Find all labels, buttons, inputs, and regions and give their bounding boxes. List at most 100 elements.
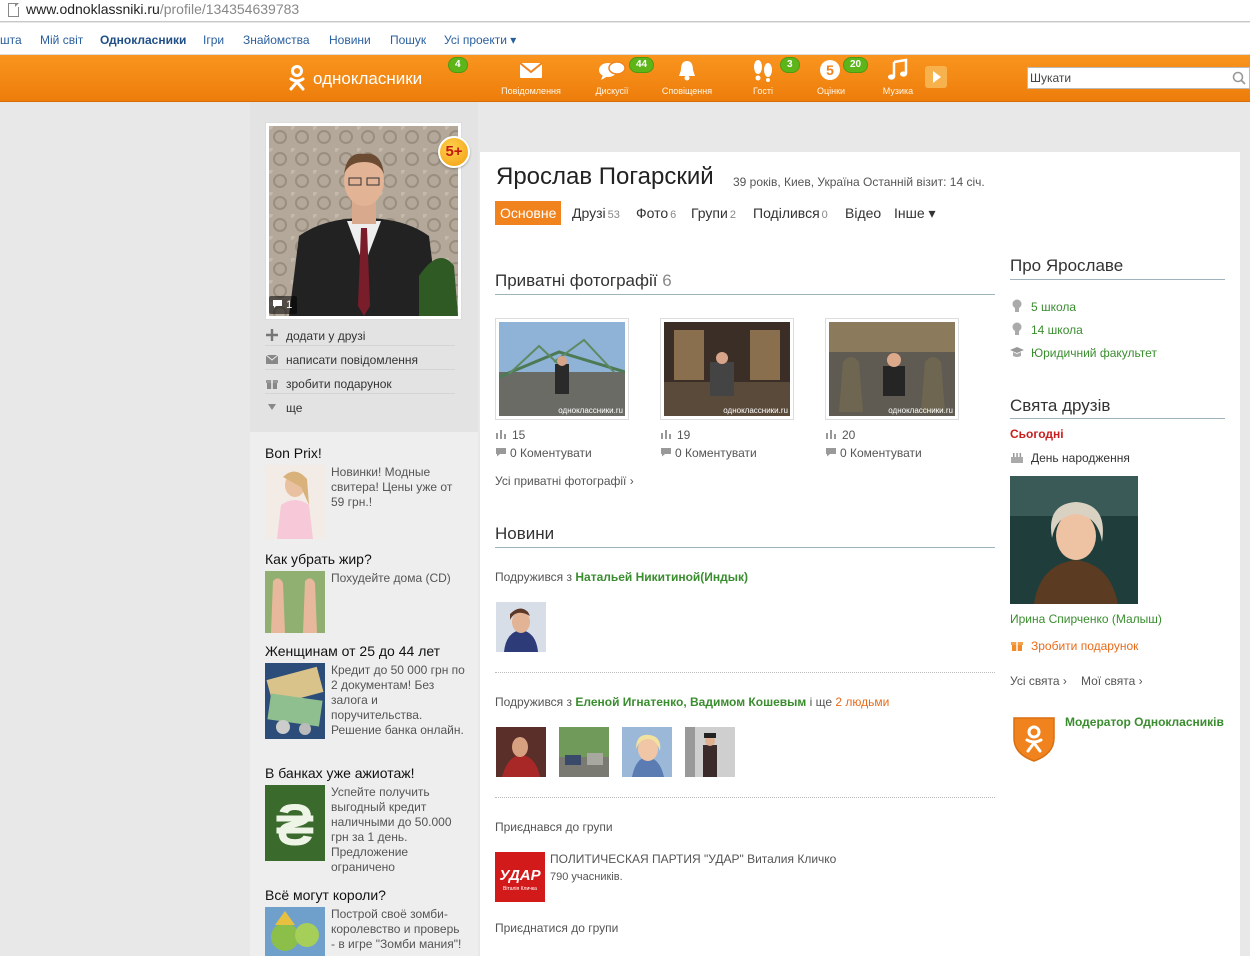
friend-avatar[interactable] — [622, 727, 672, 777]
profile-name: Ярослав Погарский — [496, 163, 714, 190]
tab-more[interactable]: Інше ▾ — [894, 201, 936, 225]
add-friend-action[interactable]: додати у друзі — [265, 324, 455, 346]
svg-text:5: 5 — [826, 62, 834, 78]
logo-text: однокласники — [313, 69, 423, 88]
tab-video[interactable]: Відео — [845, 201, 881, 225]
about-faculty[interactable]: Юридичний факультет — [1010, 345, 1157, 360]
about-school-14[interactable]: 14 школа — [1010, 322, 1083, 337]
all-private-photos-link[interactable]: Усі приватні фотографії › — [495, 474, 634, 488]
tab-photos[interactable]: Фото 6 — [636, 201, 676, 225]
friend-names-link[interactable]: Еленой Игнатенко, Вадимом Кошевым — [575, 695, 806, 709]
avatar-comments-count: 1 — [286, 299, 293, 311]
group-logo-text: УДАР — [499, 867, 541, 884]
svg-text:₴: ₴ — [276, 793, 315, 858]
ad-block[interactable]: Женщинам от 25 до 44 лет Кредит до 50 00… — [265, 643, 465, 763]
address-bar[interactable]: www.odnoklassniki.ru/profile/13435463978… — [0, 0, 1250, 22]
page-icon — [8, 3, 19, 17]
project-link-search[interactable]: Пошук — [390, 33, 426, 47]
tab-friends[interactable]: Друзі 53 — [572, 201, 620, 225]
more-actions[interactable]: ще — [265, 396, 455, 418]
tab-shared[interactable]: Поділився 0 — [753, 201, 828, 225]
tab-groups-count: 2 — [729, 209, 736, 221]
ad-text[interactable]: Кредит до 50 000 грн по 2 документам! Бе… — [331, 663, 465, 738]
avatar-comments-badge[interactable]: 1 — [269, 296, 297, 314]
url-text[interactable]: www.odnoklassniki.ru/profile/13435463978… — [26, 1, 299, 17]
ad-block[interactable]: Всё могут короли? Построй своё зомби-кор… — [265, 887, 465, 956]
tab-video-label: Відео — [845, 205, 882, 221]
project-link-my-world[interactable]: Мій світ — [40, 33, 83, 47]
ad-text[interactable]: Новинки! Модные свитера! Цены уже от 59 … — [331, 465, 465, 510]
send-message-action[interactable]: написати повідомлення — [265, 348, 455, 370]
make-gift-link[interactable]: Зробити подарунок — [1010, 638, 1138, 653]
ad-image[interactable]: ₴ — [265, 785, 325, 861]
ad-block[interactable]: Как убрать жир? Похудейте дома (CD) — [265, 551, 465, 641]
more-actions-label: ще — [286, 401, 303, 415]
ad-image[interactable] — [265, 571, 325, 633]
friend-avatar[interactable] — [685, 727, 735, 777]
search-input[interactable] — [1030, 70, 1230, 86]
group-logo[interactable]: УДАР Віталія Кличка — [495, 852, 545, 902]
toolbar-guests[interactable]: Гості — [748, 58, 778, 96]
project-link-all-projects[interactable]: Усі проекти ▾ — [444, 33, 516, 47]
ad-title[interactable]: В банках уже ажиотаж! — [265, 765, 465, 781]
rating-5plus-badge[interactable]: 5+ — [438, 136, 470, 168]
comment-icon — [273, 300, 282, 308]
project-link-odnoklassniki[interactable]: Однокласники — [100, 33, 186, 47]
photo-comment-link[interactable]: 0 Коментувати — [660, 446, 757, 460]
ad-image[interactable] — [265, 907, 325, 956]
project-link-home[interactable]: шта — [0, 33, 22, 47]
ad-title[interactable]: Женщинам от 25 до 44 лет — [265, 643, 465, 659]
my-holidays-link[interactable]: Мої свята › — [1081, 674, 1143, 688]
bar-stats-icon — [661, 430, 671, 439]
project-link-dating[interactable]: Знайомства — [243, 33, 310, 47]
about-item-text: 14 школа — [1031, 323, 1083, 337]
ad-title[interactable]: Bon Prix! — [265, 445, 465, 461]
photo-comment-link[interactable]: 0 Коментувати — [495, 446, 592, 460]
project-link-games[interactable]: Ігри — [203, 33, 224, 47]
friend-avatar[interactable] — [496, 727, 546, 777]
all-holidays-link[interactable]: Усі свята › — [1010, 674, 1067, 688]
toolbar-music[interactable]: Музика — [879, 58, 917, 96]
birthday-friend-photo[interactable] — [1010, 476, 1138, 604]
tab-shared-label: Поділився — [753, 205, 820, 221]
moderator-link[interactable]: Модератор Однокласників — [1065, 715, 1224, 729]
ad-text[interactable]: Похудейте дома (CD) — [331, 571, 465, 586]
make-gift-action[interactable]: зробити подарунок — [265, 372, 455, 394]
toolbar-messages[interactable]: Повідомлення — [496, 58, 566, 96]
ad-block[interactable]: В банках уже ажиотаж! ₴ Успейте получить… — [265, 765, 465, 885]
music-play-button[interactable] — [925, 66, 947, 88]
divider — [495, 547, 995, 548]
ad-image[interactable] — [265, 663, 325, 739]
search-icon[interactable] — [1232, 71, 1246, 85]
holidays-today: Сьогодні — [1010, 427, 1064, 441]
bar-stats-icon — [496, 430, 506, 439]
tab-main[interactable]: Основне — [495, 201, 562, 225]
ad-image[interactable] — [265, 465, 325, 539]
project-link-news[interactable]: Новини — [329, 33, 371, 47]
ad-title[interactable]: Всё могут короли? — [265, 887, 465, 903]
ad-title[interactable]: Как убрать жир? — [265, 551, 465, 567]
birthday-friend-name-link[interactable]: Ирина Спирченко (Малыш) — [1010, 612, 1162, 626]
ad-block[interactable]: Bon Prix! Новинки! Модные свитера! Цены … — [265, 445, 465, 545]
triangle-down-icon — [268, 404, 276, 410]
friend-name-link[interactable]: Натальей Никитиной(Индык) — [575, 570, 748, 584]
photo-thumbnail[interactable]: одноклассники.ru — [495, 318, 629, 420]
profile-avatar[interactable] — [265, 122, 462, 320]
plus-icon — [266, 329, 278, 341]
profile-meta: 39 років, Киев, Україна Останній візит: … — [733, 175, 985, 189]
ad-text[interactable]: Успейте получить выгодный кредит наличны… — [331, 785, 465, 875]
ad-text[interactable]: Построй своё зомби-королевство и проверь… — [331, 907, 465, 952]
join-group-link[interactable]: Приєднатися до групи — [495, 921, 618, 935]
photo-comment-link[interactable]: 0 Коментувати — [825, 446, 922, 460]
photo-thumbnail[interactable]: одноклассники.ru — [660, 318, 794, 420]
photo-thumbnail[interactable]: одноклассники.ru — [825, 318, 959, 420]
news-item-prefix: Подружився з — [495, 695, 576, 709]
about-school-5[interactable]: 5 школа — [1010, 299, 1076, 314]
photo-views-count: 19 — [677, 428, 691, 442]
friend-avatar[interactable] — [496, 602, 546, 652]
more-people-link[interactable]: 2 людьми — [835, 695, 889, 709]
group-name-link[interactable]: ПОЛИТИЧЕСКАЯ ПАРТИЯ "УДАР" Виталия Кличк… — [550, 852, 836, 866]
toolbar-notifications[interactable]: Сповіщення — [657, 58, 717, 96]
friend-avatar[interactable] — [559, 727, 609, 777]
tab-groups[interactable]: Групи 2 — [691, 201, 736, 225]
